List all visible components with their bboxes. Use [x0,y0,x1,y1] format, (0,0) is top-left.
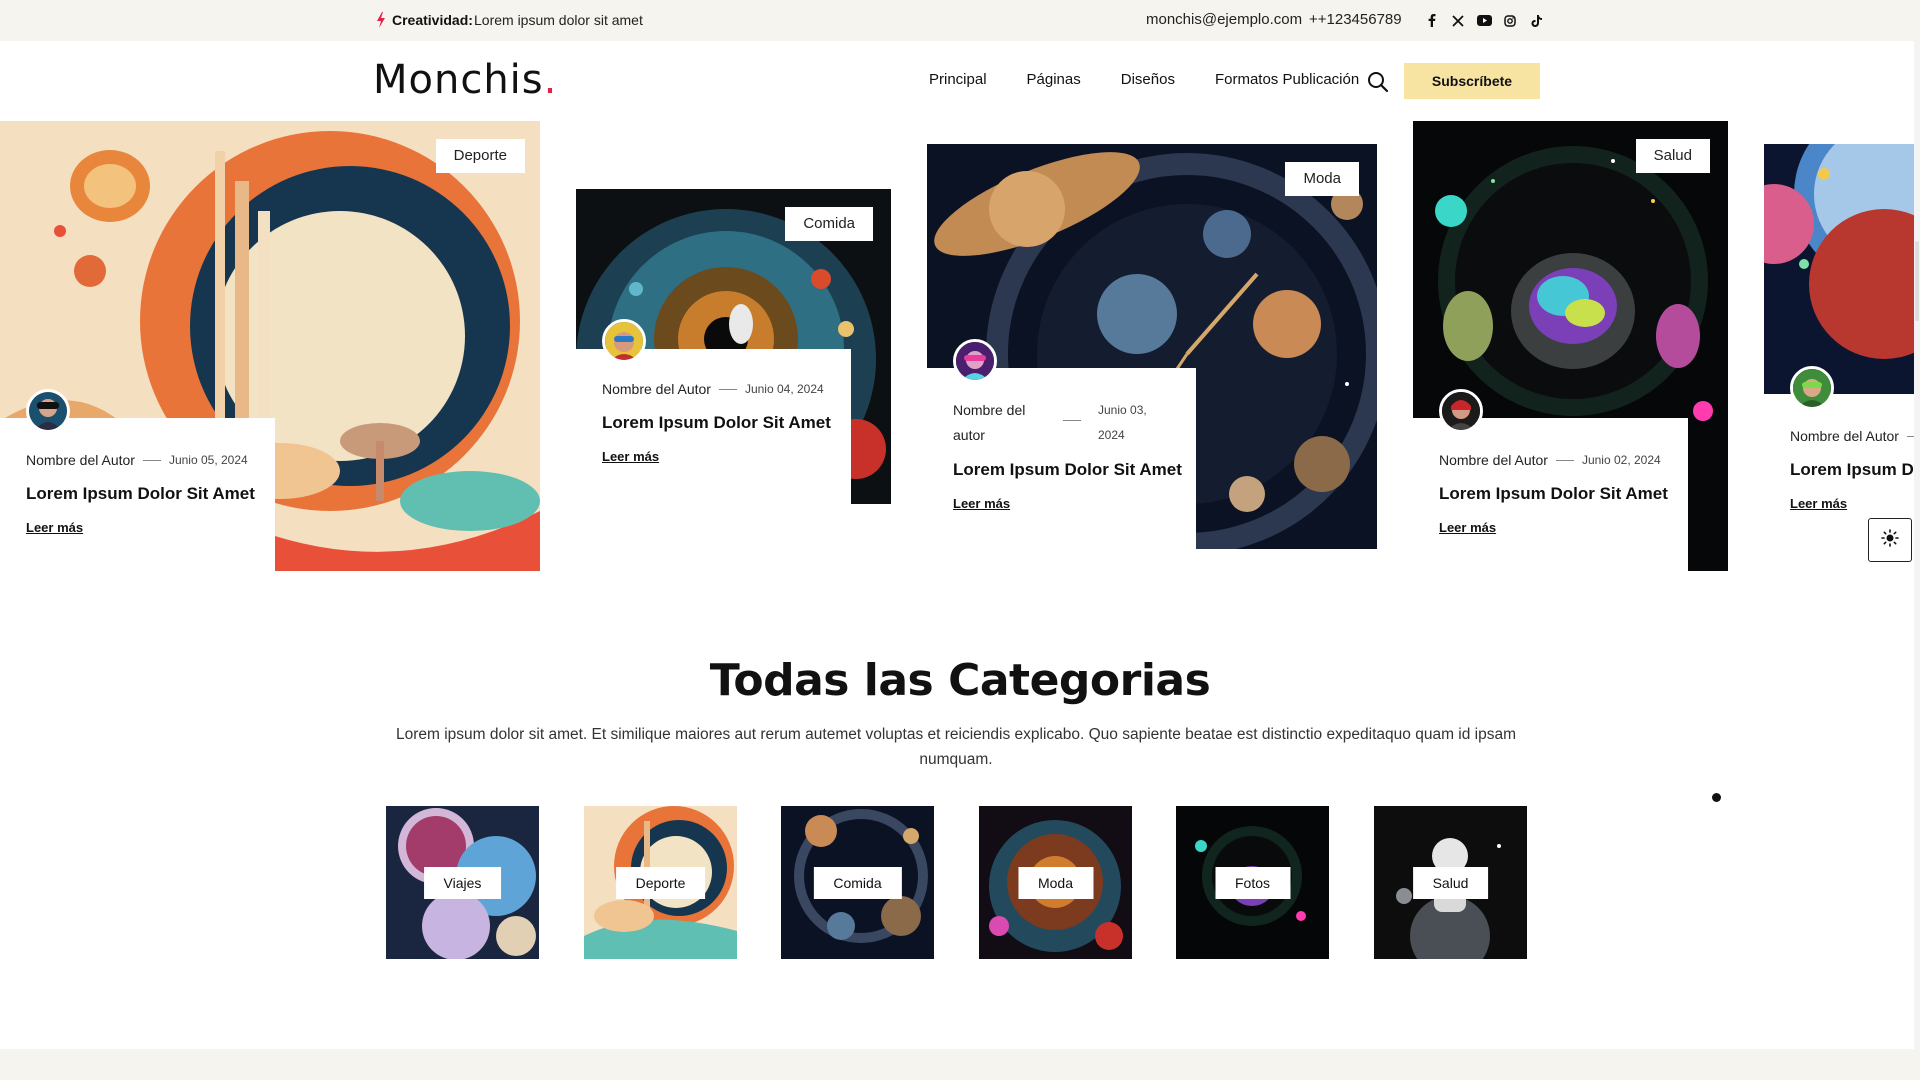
post-info: Nombre del Autor Junio 04, 2024 Lorem Ip… [576,349,851,504]
post-card[interactable]: Salud Nombre del Autor Junio 02, 2024 Lo… [1413,121,1728,571]
category-label: Deporte [615,866,706,899]
post-meta: Nombre del Autor [1790,428,1914,444]
category-tile-comida[interactable]: Comida [781,806,934,959]
read-more-link[interactable]: Leer más [1439,520,1496,535]
read-more-link[interactable]: Leer más [26,520,83,535]
post-card[interactable]: Moda Nombre del autor Junio 03, 2024 Lor… [927,144,1377,549]
post-title[interactable]: Lorem Ipsum Dolor Sit Amet [1439,484,1688,504]
top-bar: Creatividad: Lorem ipsum dolor sit amet … [0,0,1920,41]
nav-principal[interactable]: Principal [929,71,987,88]
post-title[interactable]: Lorem Ipsum Dolor Sit Amet [953,460,1196,480]
author-avatar[interactable] [953,339,997,383]
category-tile-salud[interactable]: Salud [1374,806,1527,959]
read-more-link[interactable]: Leer más [602,449,659,464]
logo-dot: . [543,57,558,103]
category-label: Viajes [423,866,502,899]
categories-heading: Todas las Categorias [709,655,1211,706]
author-avatar[interactable] [26,389,70,433]
social-links [1424,14,1544,27]
meta-divider [718,388,737,390]
meta-divider [1906,435,1914,437]
post-card[interactable]: Nombre del Autor Lorem Ipsum Do Leer más [1764,144,1914,549]
post-title[interactable]: Lorem Ipsum Do [1790,460,1914,480]
x-icon[interactable] [1450,14,1466,27]
post-meta: Nombre del Autor Junio 04, 2024 [602,381,851,397]
theme-toggle-button[interactable] [1868,518,1912,562]
post-date: Junio 02, 2024 [1581,453,1661,467]
meta-divider [142,459,161,461]
post-image [1764,144,1914,394]
sun-icon [1881,528,1899,552]
contact-phone[interactable]: ++123456789 [1309,11,1402,28]
post-meta: Nombre del Autor Junio 05, 2024 [26,452,275,468]
instagram-icon[interactable] [1502,14,1518,27]
category-tag[interactable]: Salud [1635,139,1710,173]
category-label: Fotos [1214,866,1291,899]
cursor-dot [1712,793,1721,802]
facebook-icon[interactable] [1424,14,1440,27]
scrollbar-thumb[interactable] [1915,241,1919,321]
read-more-link[interactable]: Leer más [953,496,1010,511]
post-date: Junio 04, 2024 [744,382,824,396]
nav-paginas[interactable]: Páginas [1027,71,1081,88]
author-name[interactable]: Nombre del Autor [602,381,711,397]
category-label: Comida [813,866,902,899]
page-scrollbar[interactable] [1914,41,1920,1049]
site-header: Monchis. Principal Páginas Diseños Forma… [0,41,1920,121]
category-tile-deporte[interactable]: Deporte [584,806,737,959]
author-name[interactable]: Nombre del autor [953,398,1045,448]
nav-disenos[interactable]: Diseños [1121,71,1175,88]
post-title[interactable]: Lorem Ipsum Dolor Sit Amet [602,413,851,433]
author-name[interactable]: Nombre del Autor [1790,428,1899,444]
post-title[interactable]: Lorem Ipsum Dolor Sit Amet [26,484,275,504]
post-info: Nombre del Autor Junio 02, 2024 Lorem Ip… [1413,418,1688,571]
author-name[interactable]: Nombre del Autor [1439,452,1548,468]
post-meta: Nombre del Autor Junio 02, 2024 [1439,452,1688,468]
trending-text[interactable]: Lorem ipsum dolor sit amet [474,12,643,28]
subscribe-button[interactable]: Subscríbete [1404,63,1540,99]
category-tile-moda[interactable]: Moda [979,806,1132,959]
categories-description: Lorem ipsum dolor sit amet. Et similique… [395,726,1517,768]
author-avatar[interactable] [1790,366,1834,410]
contact-email[interactable]: monchis@ejemplo.com [1146,11,1302,28]
trending-label: Creatividad: [392,12,473,28]
meta-divider [1062,420,1081,421]
category-tag[interactable]: Moda [1285,162,1359,196]
read-more-link[interactable]: Leer más [1790,496,1847,511]
post-date: Junio 03, 2024 [1098,403,1147,442]
post-date: Junio 05, 2024 [168,453,248,467]
category-label: Moda [1017,866,1094,899]
post-card[interactable]: Comida Nombre del Autor Junio 04, 2024 L… [576,189,891,504]
footer-strip [0,1049,1920,1080]
logo-text: Monchis [373,57,544,103]
nav-formatos-publicacion[interactable]: Formatos Publicación [1215,71,1359,88]
meta-divider [1555,459,1574,461]
category-tag[interactable]: Deporte [435,139,525,173]
tiktok-icon[interactable] [1528,14,1544,27]
main-nav: Principal Páginas Diseños Formatos Publi… [929,71,1359,88]
search-icon[interactable] [1367,71,1389,93]
category-tile-fotos[interactable]: Fotos [1176,806,1329,959]
author-name[interactable]: Nombre del Autor [26,452,135,468]
site-logo[interactable]: Monchis. [373,57,557,103]
category-tile-viajes[interactable]: Viajes [386,806,539,959]
post-info: Nombre del autor Junio 03, 2024 Lorem Ip… [927,368,1196,549]
post-info: Nombre del Autor Junio 05, 2024 Lorem Ip… [0,418,275,571]
post-card[interactable]: Deporte Nombre del Autor Junio 05, 2024 … [0,121,540,571]
category-tag[interactable]: Comida [785,207,873,241]
lightning-icon [376,12,386,28]
author-avatar[interactable] [602,319,646,363]
author-avatar[interactable] [1439,389,1483,433]
category-label: Salud [1412,866,1489,899]
youtube-icon[interactable] [1476,14,1492,27]
post-meta: Nombre del autor Junio 03, 2024 [953,398,1158,448]
